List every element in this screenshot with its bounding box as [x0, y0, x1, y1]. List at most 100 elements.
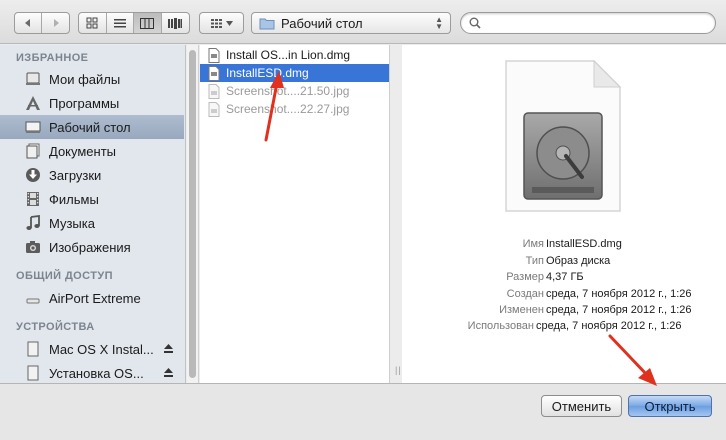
icon-view-button[interactable] [79, 13, 107, 33]
sidebar-item-label: Установка OS... [49, 365, 144, 381]
icon-view-icon [86, 17, 98, 29]
image-file-icon [208, 101, 220, 117]
cancel-button[interactable]: Отменить [541, 395, 622, 417]
sidebar-item-label: Музыка [49, 215, 95, 231]
eject-icon[interactable] [163, 343, 174, 354]
info-row-size: Размер 4,37 ГБ [402, 271, 726, 287]
navigation-buttons [14, 12, 70, 34]
info-key: Размер [506, 271, 544, 283]
chevron-down-icon [225, 20, 233, 26]
arrange-grid-icon [210, 18, 222, 28]
sidebar-item-label: AirPort Extreme [49, 290, 141, 306]
folder-icon [259, 18, 275, 29]
arrange-menu-button[interactable] [199, 12, 244, 34]
sidebar-item-movies[interactable]: Фильмы [0, 187, 184, 211]
back-arrow-icon [25, 19, 30, 27]
sidebar-section-favorites: ИЗБРАННОЕ [16, 52, 89, 64]
file-name: Screenshot....22.27.jpg [226, 102, 350, 116]
updown-chevron-icon: ▲ ▼ [435, 15, 443, 31]
open-file-dialog: Рабочий стол ▲ ▼ ИЗБРАННОЕ Мои файлы Прог… [0, 0, 726, 440]
list-view-button[interactable] [107, 13, 134, 33]
info-value: среда, 7 ноября 2012 г., 1:26 [546, 304, 692, 316]
back-button[interactable] [15, 13, 42, 33]
network-device-icon [24, 289, 42, 307]
pictures-icon [24, 238, 42, 256]
sidebar-item-label: Программы [49, 95, 120, 111]
info-key: Имя [522, 238, 544, 250]
sidebar-item-all-my-files[interactable]: Мои файлы [0, 67, 184, 91]
sidebar-section-devices: УСТРОЙСТВА [16, 321, 95, 333]
sidebar: ИЗБРАННОЕ Мои файлы Программы Рабочий ст… [0, 45, 186, 383]
info-value: InstallESD.dmg [546, 238, 622, 250]
info-row-name: Имя InstallESD.dmg [402, 238, 726, 254]
file-name: Screenshot....21.50.jpg [226, 84, 350, 98]
search-input[interactable] [486, 16, 706, 30]
info-row-modified: Изменен среда, 7 ноября 2012 г., 1:26 [402, 304, 726, 320]
eject-icon[interactable] [163, 367, 174, 378]
sidebar-item-documents[interactable]: Документы [0, 139, 184, 163]
disk-icon [24, 364, 42, 382]
sidebar-item-label: Mac OS X Instal... [49, 341, 154, 357]
all-my-files-icon [24, 70, 42, 88]
forward-button[interactable] [42, 13, 69, 33]
info-row-created: Создан среда, 7 ноября 2012 г., 1:26 [402, 288, 726, 304]
file-item[interactable]: Screenshot....22.27.jpg [200, 100, 389, 118]
location-popup[interactable]: Рабочий стол ▲ ▼ [251, 12, 451, 34]
documents-icon [24, 142, 42, 160]
sidebar-item-desktop[interactable]: Рабочий стол [0, 115, 184, 139]
open-button[interactable]: Открыть [628, 395, 712, 417]
coverflow-view-icon [168, 17, 183, 29]
info-key: Использован [467, 320, 534, 332]
sidebar-item-label: Изображения [49, 239, 131, 255]
file-item[interactable]: Install OS...in Lion.dmg [200, 46, 389, 64]
info-key: Тип [525, 255, 544, 267]
info-value: среда, 7 ноября 2012 г., 1:26 [536, 320, 682, 332]
sidebar-scrollbar[interactable] [187, 45, 199, 383]
image-file-icon [208, 83, 220, 99]
file-item-selected[interactable]: InstallESD.dmg [200, 64, 389, 82]
info-value: Образ диска [546, 255, 611, 267]
disk-icon [24, 340, 42, 358]
list-view-icon [113, 18, 126, 27]
disk-image-preview-icon [505, 59, 622, 212]
music-icon [24, 214, 42, 232]
file-item[interactable]: Screenshot....21.50.jpg [200, 82, 389, 100]
sidebar-item-label: Документы [49, 143, 117, 159]
sidebar-item-mac-os-x-install[interactable]: Mac OS X Instal... [0, 337, 184, 361]
sidebar-item-pictures[interactable]: Изображения [0, 235, 184, 259]
file-name: InstallESD.dmg [226, 66, 309, 80]
location-label: Рабочий стол [281, 15, 363, 31]
sidebar-item-label: Фильмы [49, 191, 99, 207]
dialog-button-bar: Отменить Открыть [0, 383, 726, 440]
info-row-last-opened: Использован среда, 7 ноября 2012 г., 1:2… [402, 320, 726, 336]
sidebar-item-os-install[interactable]: Установка OS... [0, 361, 184, 385]
forward-arrow-icon [53, 19, 59, 27]
column-resize-handle[interactable]: || [395, 365, 402, 375]
sidebar-item-label: Рабочий стол [49, 119, 131, 135]
info-value: среда, 7 ноября 2012 г., 1:26 [546, 288, 692, 300]
document-icon [208, 47, 220, 63]
preview-pane: Имя InstallESD.dmg Тип Образ диска Разме… [402, 45, 726, 383]
sidebar-item-label: Загрузки [49, 167, 102, 183]
document-icon [208, 65, 220, 81]
view-mode-buttons [78, 12, 190, 34]
search-field[interactable] [460, 12, 716, 34]
info-row-kind: Тип Образ диска [402, 255, 726, 271]
info-value: 4,37 ГБ [546, 271, 584, 283]
sidebar-item-downloads[interactable]: Загрузки [0, 163, 184, 187]
info-key: Изменен [499, 304, 544, 316]
applications-icon [24, 94, 42, 112]
info-key: Создан [506, 288, 544, 300]
desktop-icon [24, 118, 42, 136]
sidebar-item-airport-extreme[interactable]: AirPort Extreme [0, 286, 184, 310]
column-view-icon [140, 17, 155, 29]
sidebar-item-music[interactable]: Музыка [0, 211, 184, 235]
toolbar: Рабочий стол ▲ ▼ [0, 0, 726, 44]
sidebar-item-applications[interactable]: Программы [0, 91, 184, 115]
sidebar-scroll-thumb[interactable] [189, 50, 196, 378]
coverflow-view-button[interactable] [162, 13, 189, 33]
file-name: Install OS...in Lion.dmg [226, 48, 351, 62]
movies-icon [24, 190, 42, 208]
sidebar-item-label: Мои файлы [49, 71, 121, 87]
column-view-button[interactable] [134, 13, 162, 33]
